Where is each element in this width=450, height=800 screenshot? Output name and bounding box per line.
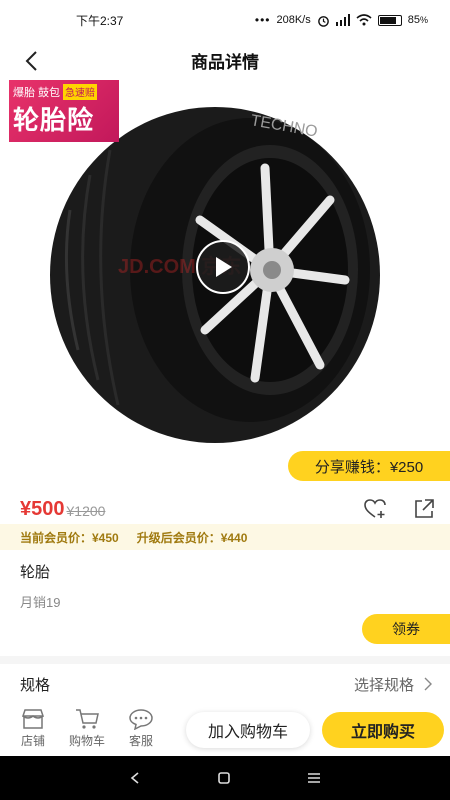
chevron-right-icon: [424, 677, 432, 691]
status-bar: 下午2:37 ••• 208K/s 85%: [0, 0, 450, 40]
signal-icon: [335, 14, 350, 26]
spec-select: 选择规格: [354, 674, 432, 695]
chat-icon: [129, 708, 153, 730]
store-label: 店铺: [20, 733, 45, 748]
network-speed: 208K/s: [276, 14, 311, 26]
buy-now-button[interactable]: 立即购买: [322, 712, 444, 748]
upgrade-member-price: 升级后会员价：¥440: [136, 530, 248, 545]
store-icon: [21, 708, 45, 729]
status-time: 下午2:37: [76, 13, 124, 28]
current-member-price: 当前会员价：¥450: [20, 530, 119, 545]
system-nav-bar: [0, 756, 450, 800]
promo-text-2: 鼓包: [38, 87, 60, 99]
chevron-left-icon: [25, 51, 37, 71]
product-name: 轮胎: [20, 564, 51, 581]
promo-title: 轮胎险: [13, 105, 95, 135]
page-title: 商品详情: [191, 52, 259, 72]
customer-service-button[interactable]: 客服: [114, 708, 168, 749]
original-price: ¥1200: [66, 503, 106, 519]
back-nav-icon[interactable]: [128, 771, 142, 785]
promo-tag: 急速赔: [63, 84, 97, 100]
share-icon[interactable]: [413, 498, 435, 520]
cart-label: 购物车: [68, 733, 105, 748]
tire-insurance-badge: 爆胎 鼓包 急速赔 轮胎险: [9, 80, 119, 142]
spec-selector[interactable]: 规格 选择规格: [20, 670, 432, 698]
cart-button[interactable]: 购物车: [60, 708, 114, 749]
add-to-cart-button[interactable]: 加入购物车: [186, 712, 310, 748]
battery-level: 85%: [407, 14, 428, 26]
back-button[interactable]: [16, 46, 46, 76]
home-nav-icon[interactable]: [217, 771, 231, 785]
promo-text-1: 爆胎: [13, 87, 35, 99]
coupon-label: 领券: [392, 621, 420, 637]
monthly-sales: 月销19: [20, 595, 61, 610]
battery-icon: [377, 14, 402, 26]
product-image-gallery[interactable]: TECHNO 爆胎 鼓包 急速赔 轮胎险 JD.COM 京东: [0, 80, 450, 455]
shopping-cart-icon: [76, 708, 99, 729]
store-button[interactable]: 店铺: [6, 708, 60, 749]
spec-label: 规格: [20, 676, 51, 694]
status-icons: ••• 208K/s 85%: [255, 13, 428, 27]
member-price-row: 当前会员价：¥450 升级后会员价：¥440: [0, 524, 450, 550]
share-earn-button[interactable]: 分享赚钱：¥250: [288, 451, 450, 481]
buy-now-label: 立即购买: [350, 724, 415, 741]
status-dots: •••: [254, 13, 271, 27]
section-divider: [0, 656, 450, 664]
menu-nav-icon[interactable]: [306, 771, 322, 785]
play-icon: [216, 257, 232, 277]
service-label: 客服: [128, 733, 153, 748]
wifi-icon: [356, 14, 372, 26]
coupon-button[interactable]: 领券: [362, 614, 450, 644]
share-earn-label: 分享赚钱：¥250: [314, 458, 424, 476]
nav-bar: 商品详情: [0, 40, 450, 80]
video-play-button[interactable]: [196, 240, 250, 294]
favorite-add-icon[interactable]: [363, 498, 389, 520]
price-row: ¥500 ¥1200: [20, 494, 435, 524]
current-price: ¥500: [20, 497, 65, 520]
add-to-cart-label: 加入购物车: [207, 724, 288, 741]
alarm-icon: [317, 15, 329, 27]
spec-select-label: 选择规格: [353, 676, 414, 694]
